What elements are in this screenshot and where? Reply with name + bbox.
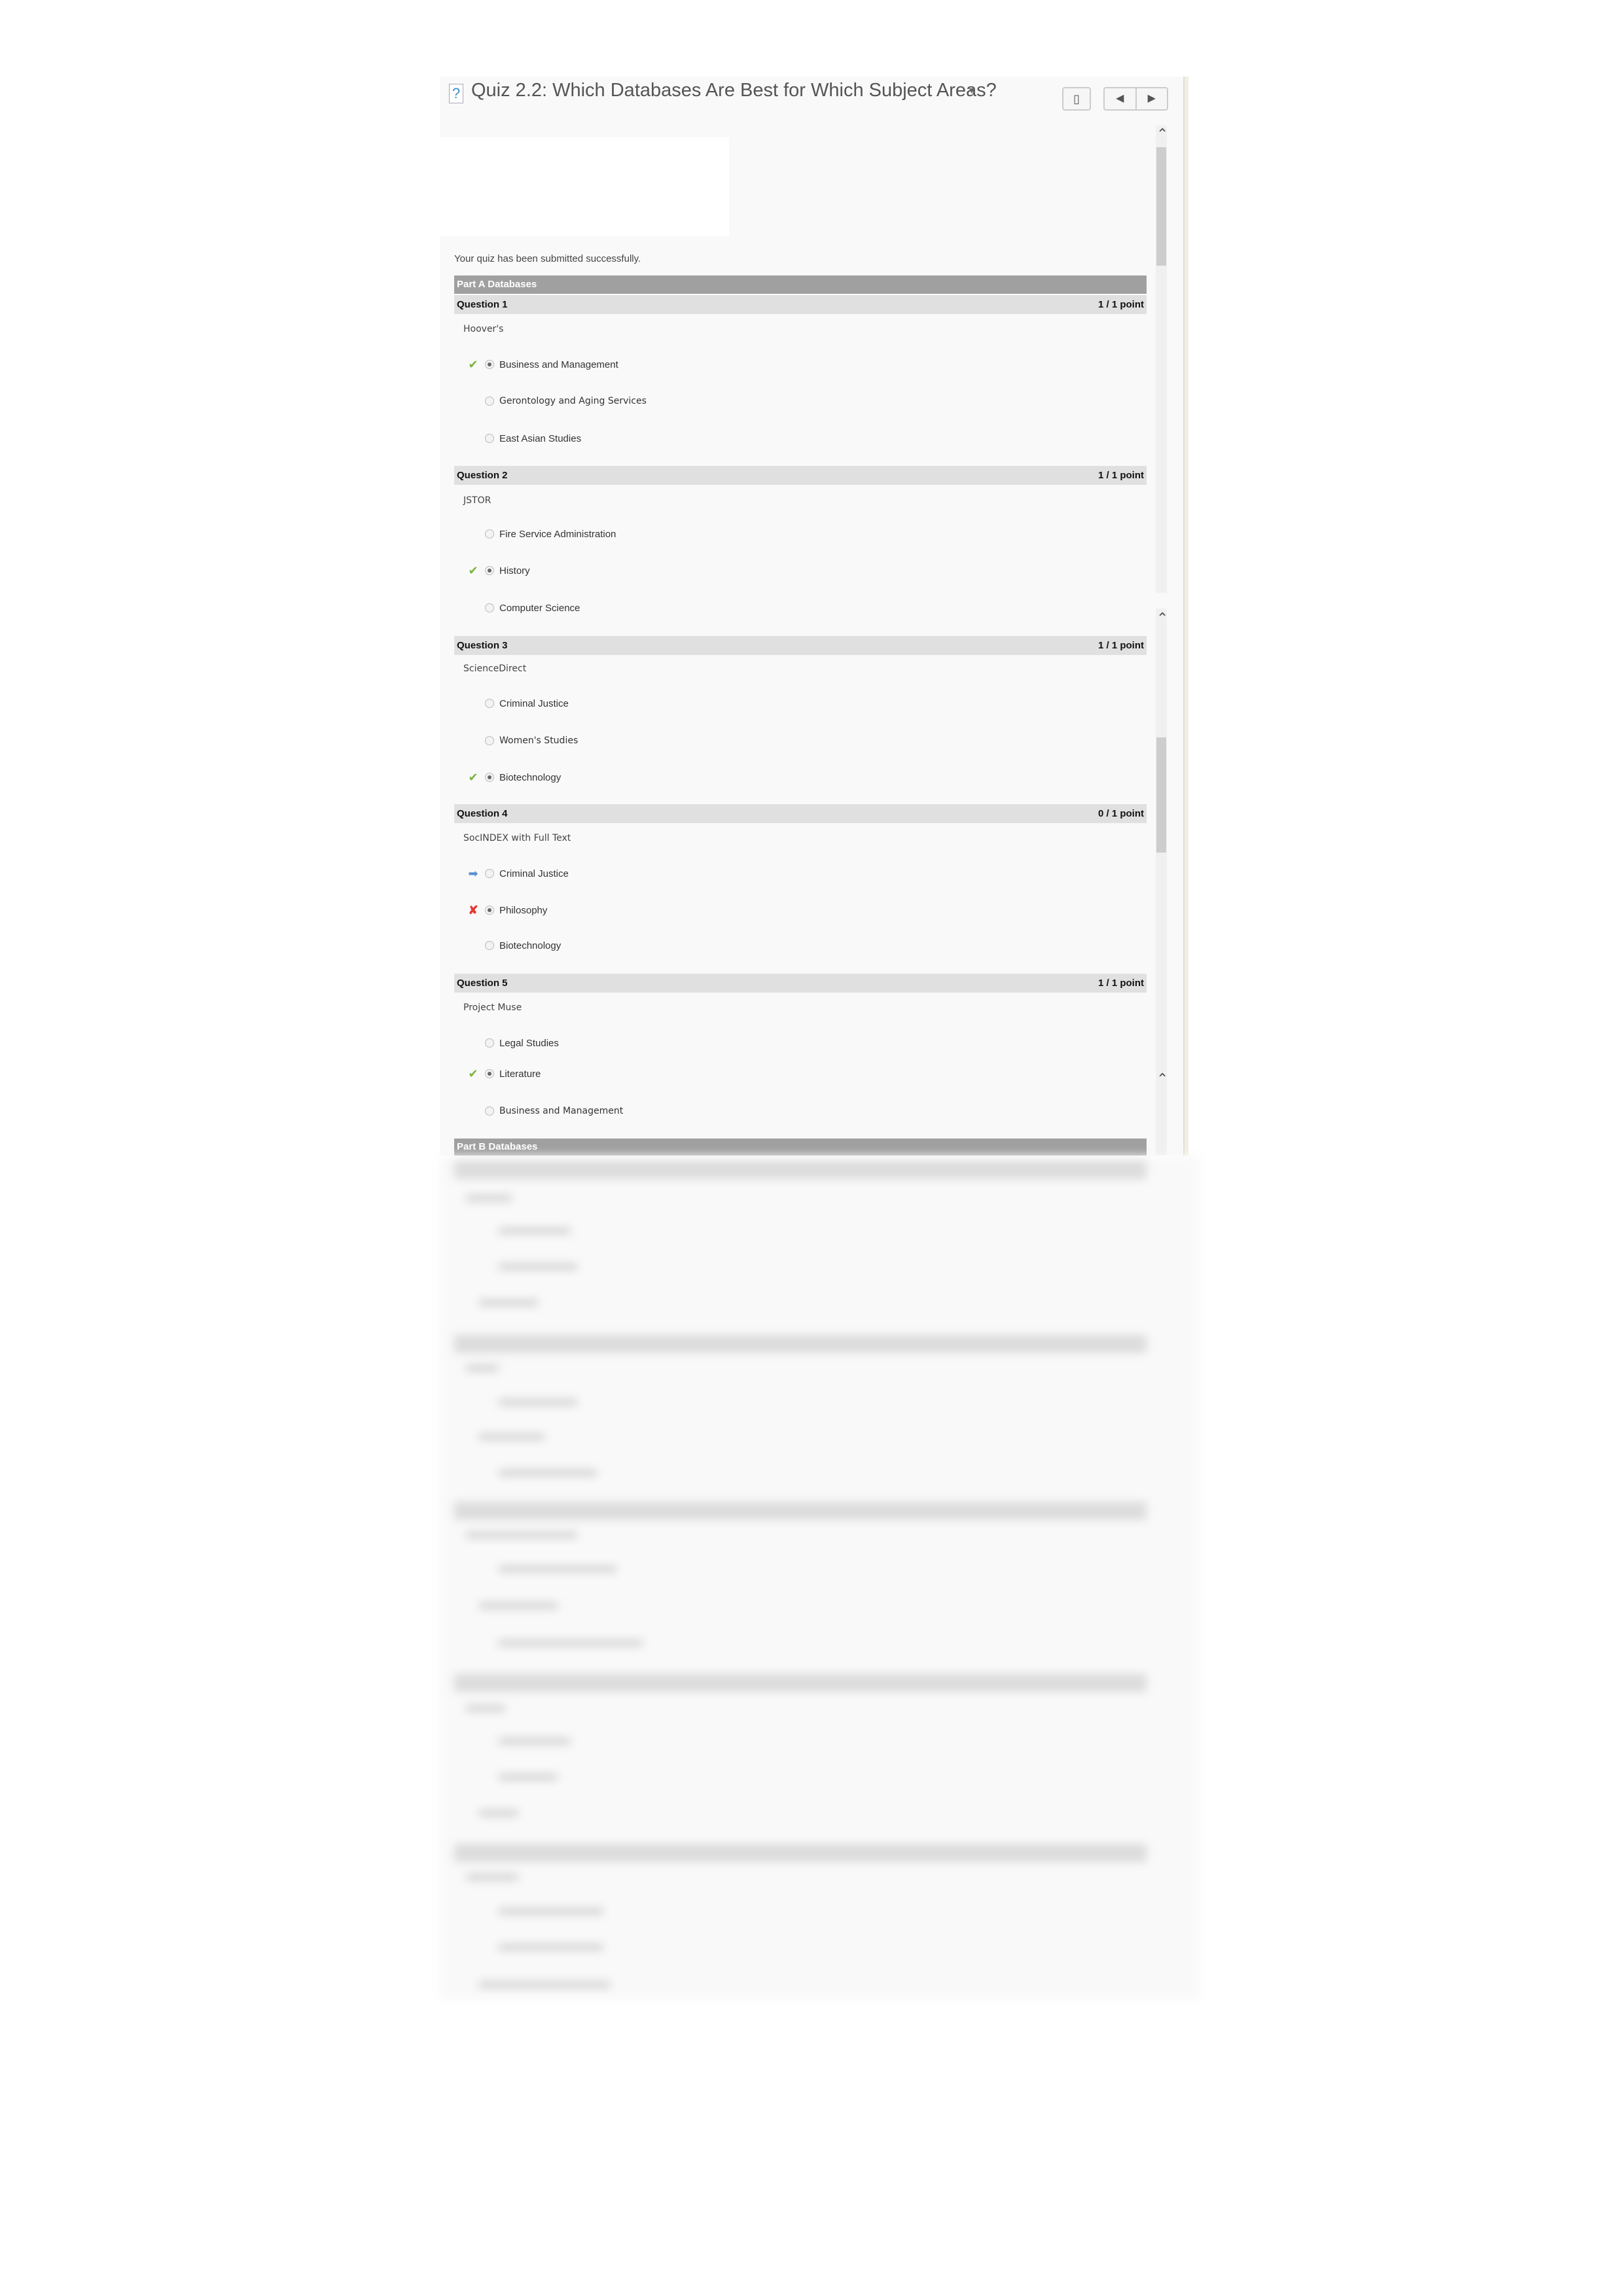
answer-option: ✔ History bbox=[461, 563, 530, 578]
previous-arrow-icon[interactable]: ◀ bbox=[1105, 88, 1137, 109]
radio-button bbox=[485, 360, 494, 369]
answer-option: ✔ Biotechnology bbox=[461, 769, 561, 785]
radio-button bbox=[485, 434, 494, 443]
answer-option: Fire Service Administration bbox=[461, 526, 616, 542]
option-label: History bbox=[499, 565, 530, 576]
bookmark-button[interactable]: ▯ bbox=[1062, 87, 1091, 111]
question-header: Question 1 1 / 1 point bbox=[454, 295, 1147, 314]
content-placeholder bbox=[440, 137, 729, 236]
check-icon: ✔ bbox=[468, 563, 478, 577]
answer-option: East Asian Studies bbox=[461, 431, 581, 446]
question-header: Question 5 1 / 1 point bbox=[454, 974, 1147, 993]
check-icon: ✔ bbox=[468, 1067, 478, 1080]
question-prompt: Project Muse bbox=[463, 1002, 522, 1013]
radio-button bbox=[485, 773, 494, 782]
page-title: Quiz 2.2: Which Databases Are Best for W… bbox=[471, 80, 997, 101]
bookmark-icon: ▯ bbox=[1073, 92, 1080, 105]
answer-option: Legal Studies bbox=[461, 1035, 559, 1051]
question-header: Question 3 1 / 1 point bbox=[454, 636, 1147, 655]
radio-button bbox=[485, 736, 494, 745]
option-label: Criminal Justice bbox=[499, 698, 569, 709]
option-label: Business and Management bbox=[499, 359, 618, 370]
scrollbar-thumb[interactable] bbox=[1156, 147, 1166, 266]
check-icon: ✔ bbox=[468, 770, 478, 784]
radio-button bbox=[485, 397, 494, 406]
radio-button bbox=[485, 699, 494, 708]
option-label: Fire Service Administration bbox=[499, 528, 616, 540]
quiz-question-icon: ? bbox=[449, 84, 463, 103]
option-label: Biotechnology bbox=[499, 940, 562, 951]
section-header: Part A Databases bbox=[454, 275, 1147, 294]
option-label: Biotechnology bbox=[499, 771, 562, 783]
scroll-up-icon[interactable]: ⌃ bbox=[1156, 610, 1168, 627]
answer-option: Biotechnology bbox=[461, 938, 561, 953]
correct-answer-arrow-icon: ➡ bbox=[468, 866, 478, 880]
option-label: Gerontology and Aging Services bbox=[499, 396, 647, 406]
panel-right-border bbox=[1183, 77, 1188, 1156]
check-icon: ✔ bbox=[468, 357, 478, 371]
option-label: Legal Studies bbox=[499, 1037, 559, 1049]
option-label: Literature bbox=[499, 1068, 541, 1080]
question-score: 1 / 1 point bbox=[1097, 640, 1144, 651]
radio-button bbox=[485, 906, 494, 915]
incorrect-x-icon: ✘ bbox=[468, 903, 478, 917]
question-label: Question 5 bbox=[457, 978, 508, 989]
radio-button bbox=[485, 1106, 494, 1116]
option-label: Philosophy bbox=[499, 904, 548, 916]
radio-button bbox=[485, 1069, 494, 1078]
answer-option: ➡ Criminal Justice bbox=[461, 866, 569, 881]
question-score: 1 / 1 point bbox=[1097, 978, 1144, 989]
question-score: 0 / 1 point bbox=[1097, 808, 1144, 819]
next-arrow-icon[interactable]: ▶ bbox=[1137, 88, 1168, 109]
radio-button bbox=[485, 566, 494, 575]
submission-status: Your quiz has been submitted successfull… bbox=[454, 253, 641, 264]
option-label: Business and Management bbox=[499, 1106, 624, 1116]
question-header: Question 2 1 / 1 point bbox=[454, 466, 1147, 485]
radio-button bbox=[485, 941, 494, 950]
question-header: Question 4 0 / 1 point bbox=[454, 804, 1147, 823]
question-label: Question 1 bbox=[457, 299, 508, 310]
answer-option: ✔ Business and Management bbox=[461, 357, 618, 372]
option-label: Criminal Justice bbox=[499, 868, 569, 879]
question-prompt: SocINDEX with Full Text bbox=[463, 833, 571, 843]
question-prompt: ScienceDirect bbox=[463, 663, 527, 674]
answer-option: Computer Science bbox=[461, 600, 580, 616]
option-label: Computer Science bbox=[499, 602, 580, 614]
answer-option: Gerontology and Aging Services bbox=[461, 393, 647, 409]
scroll-up-icon[interactable]: ⌃ bbox=[1156, 1070, 1168, 1087]
question-prompt: JSTOR bbox=[463, 495, 491, 506]
topic-navigation: ◀ ▶ bbox=[1103, 87, 1168, 111]
question-label: Question 4 bbox=[457, 808, 508, 819]
question-prompt: Hoover's bbox=[463, 324, 504, 334]
question-label: Question 2 bbox=[457, 470, 508, 481]
scrollbar-thumb[interactable] bbox=[1156, 737, 1166, 853]
question-score: 1 / 1 point bbox=[1097, 470, 1144, 481]
question-score: 1 / 1 point bbox=[1097, 299, 1144, 310]
radio-button bbox=[485, 529, 494, 539]
blurred-content bbox=[440, 1156, 1199, 2000]
title-dropdown-icon[interactable]: ▼ bbox=[967, 85, 976, 96]
answer-option: Business and Management bbox=[461, 1103, 623, 1119]
radio-button bbox=[485, 869, 494, 878]
option-label: East Asian Studies bbox=[499, 433, 582, 444]
quiz-panel bbox=[440, 77, 1183, 1156]
answer-option: Criminal Justice bbox=[461, 696, 569, 711]
radio-button bbox=[485, 603, 494, 612]
option-label: Women's Studies bbox=[499, 735, 579, 746]
scroll-up-icon[interactable]: ⌃ bbox=[1156, 126, 1168, 143]
section-header: Part B Databases bbox=[454, 1139, 1147, 1156]
answer-option: ✘ Philosophy bbox=[461, 902, 547, 918]
answer-option: Women's Studies bbox=[461, 733, 578, 749]
radio-button bbox=[485, 1038, 494, 1048]
answer-option: ✔ Literature bbox=[461, 1066, 541, 1082]
question-label: Question 3 bbox=[457, 640, 508, 651]
